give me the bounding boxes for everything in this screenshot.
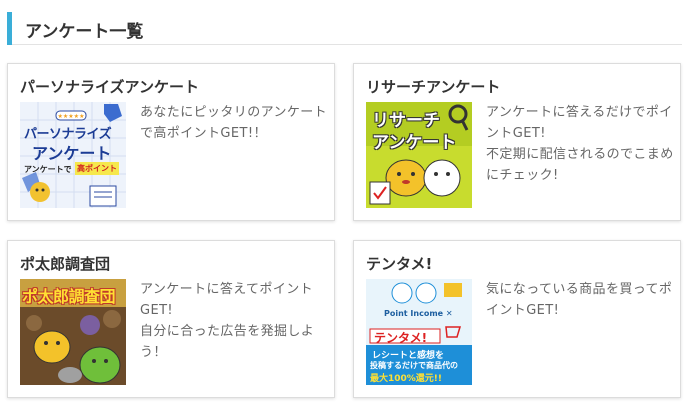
thumb-caption-a: アンケートで [24,165,72,174]
card-title[interactable]: テンタメ! [366,253,432,274]
personalize-thumbnail[interactable]: ★★★★★ パーソナライズ アンケート アンケートで 高ポイント [20,102,126,208]
card-description: 気になっている商品を買ってポイントGET! [486,282,673,318]
thumb-caption3: 最大100%還元!! [370,374,443,384]
tentame-thumbnail[interactable]: Point Income ✕ テンタメ! レシートと感想を 投稿するだけで商品代… [366,279,472,385]
section-accent-bar [7,12,12,45]
potaro-thumbnail[interactable]: ポ太郎調査団 [20,279,126,385]
thumb-line2: アンケート [32,144,112,163]
thumb-caption2: 投稿するだけで商品代の [370,361,458,370]
card-title[interactable]: パーソナライズアンケート [20,76,199,97]
survey-card-tentame[interactable]: テンタメ! Point Income ✕ テンタメ! レシートと感想を 投稿する… [353,240,681,398]
card-description: アンケートに答えてポイントGET! 自分に合った広告を発掘しよう！ [140,282,315,360]
research-thumbnail[interactable]: リサーチ アンケート [366,102,472,208]
survey-card-research[interactable]: リサーチアンケート リサーチ アンケート アンケートに答えるだけでポイントGET… [353,63,681,221]
survey-card-potaro[interactable]: ポ太郎調査団 ポ太郎調査団 アンケートに答えてポイントGET! 自分に合った広告… [7,240,335,398]
card-description: あなたにピッタリのアンケートで高ポイントGET!！ [140,105,328,141]
card-title[interactable]: リサーチアンケート [366,76,500,97]
survey-card-personalize[interactable]: パーソナライズアンケート ★★★★★ パーソナライズ アンケート アンケートで … [7,63,335,221]
thumb-caption-b: 高ポイント [75,162,119,175]
thumb-line1: ポ太郎調査団 [22,287,116,306]
thumb-logo: テンタメ! [374,331,428,345]
svg-text:★★★★★: ★★★★★ [58,113,85,120]
thumb-line2: アンケート [372,133,457,153]
card-description: アンケートに答えるだけでポイントGET! 不定期に配信されるのでこまめにチェック… [486,105,674,183]
section-title: アンケート一覧 [25,22,144,42]
section-header: アンケート一覧 [7,12,682,45]
card-title[interactable]: ポ太郎調査団 [20,253,110,274]
thumb-brand: Point Income ✕ [384,309,453,318]
